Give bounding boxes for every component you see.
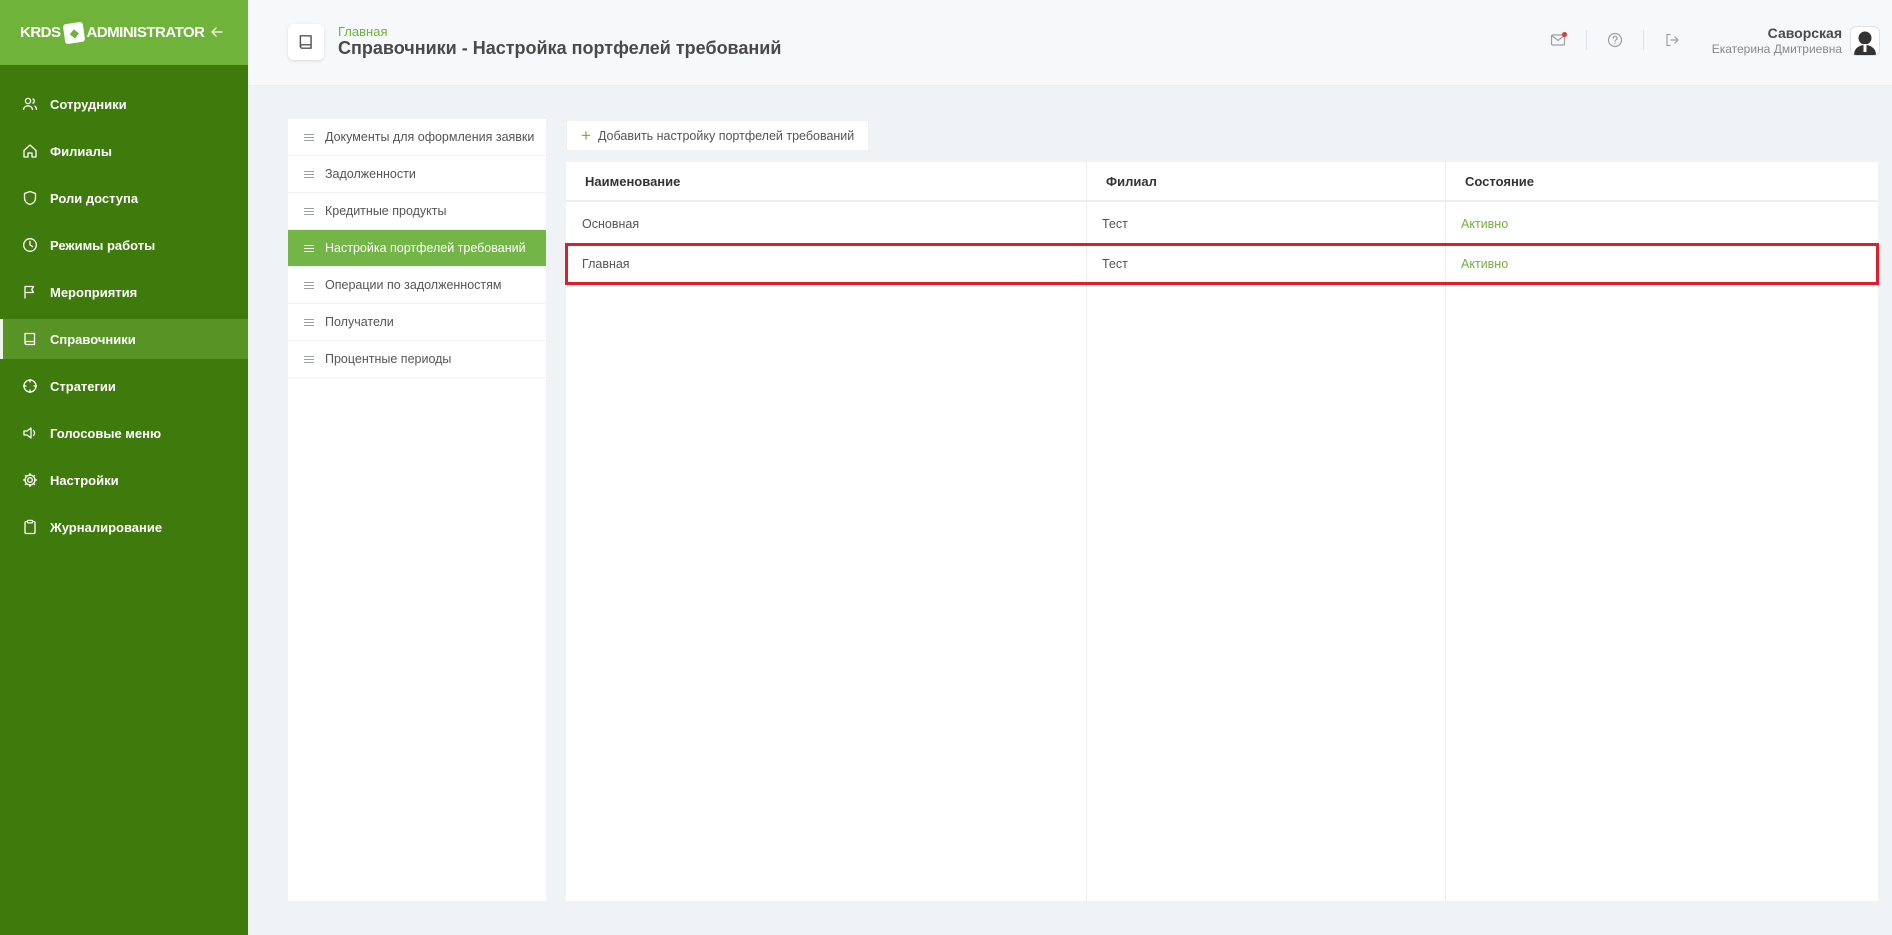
shield-icon [22,190,38,206]
sidebar-item-label: Филиалы [50,143,112,159]
speaker-icon [22,425,38,441]
sidebar-item-label: Стратегии [50,378,116,394]
app-logo[interactable]: KRDS ◆ ADMINISTRATOR [20,21,205,44]
list-icon [304,133,314,141]
sidebar-item-label: Настройки [50,472,119,488]
submenu-item-label: Получатели [325,315,394,329]
sidebar-item-logging[interactable]: Журналирование [0,507,248,547]
table-row[interactable]: Главная Тест Активно [565,243,1879,285]
user-info[interactable]: Саворская Екатерина Дмитриевна [1712,25,1842,56]
sidebar-item-label: Голосовые меню [50,425,162,441]
home-icon [22,143,38,159]
clock-icon [22,237,38,253]
submenu-item-label: Документы для оформления заявки [325,130,535,144]
submenu-item-portfolio-settings[interactable]: Настройка портфелей требований [288,230,546,267]
list-icon [304,281,314,289]
submenu-item-recipients[interactable]: Получатели [288,304,546,341]
list-icon [304,170,314,178]
submenu-item-credit-products[interactable]: Кредитные продукты [288,193,546,230]
page-header: Главная Справочники - Настройка портфеле… [248,0,1892,86]
sidebar-item-events[interactable]: Мероприятия [0,272,248,312]
sidebar-item-voice-menus[interactable]: Голосовые меню [0,413,248,453]
breadcrumb[interactable]: Главная [338,24,387,39]
notification-dot [1562,32,1567,37]
mail-icon[interactable] [1548,30,1568,50]
column-header-name[interactable]: Наименование [585,162,680,200]
list-icon [304,318,314,326]
sidebar-item-access-roles[interactable]: Роли доступа [0,178,248,218]
status-badge: Активно [1461,257,1509,271]
arrow-left-icon[interactable] [206,21,228,43]
sidebar-item-label: Мероприятия [50,284,138,300]
list-icon [304,207,314,215]
sidebar-item-strategies[interactable]: Стратегии [0,366,248,406]
submenu-item-debts[interactable]: Задолженности [288,156,546,193]
logout-icon[interactable] [1662,30,1682,50]
sidebar-header: KRDS ◆ ADMINISTRATOR [0,0,248,65]
clipboard-icon [22,519,38,535]
sidebar-nav: Сотрудники Филиалы Роли доступа Режимы р… [0,84,248,547]
cell-branch: Тест [1102,217,1128,231]
list-icon [304,355,314,363]
crosshair-icon [22,378,38,394]
users-icon [22,96,38,112]
help-icon[interactable] [1605,30,1625,50]
submenu-item-interest-periods[interactable]: Процентные периоды [288,341,546,378]
logo-cube-icon: ◆ [62,21,85,44]
flag-icon [22,284,38,300]
cell-branch: Тест [1102,257,1128,271]
sidebar-item-label: Режимы работы [50,237,156,253]
divider [1586,30,1587,50]
logo-text-right: ADMINISTRATOR [86,24,205,41]
column-header-status[interactable]: Состояние [1465,162,1534,200]
sidebar-item-label: Роли доступа [50,190,139,206]
submenu-item-label: Настройка портфелей требований [325,241,526,255]
gear-icon [22,472,38,488]
submenu-item-label: Процентные периоды [325,352,452,366]
sidebar-item-directories[interactable]: Справочники [0,319,248,359]
submenu-item-label: Кредитные продукты [325,204,447,218]
list-icon [304,244,314,252]
table-row[interactable]: Основная Тест Активно [566,204,1878,244]
logo-text-left: KRDS [20,24,61,41]
table-header-divider [566,200,1878,202]
cell-name: Основная [582,217,640,231]
portfolio-settings-table: Наименование Филиал Состояние Основная Т… [565,162,1879,901]
submenu-item-debt-operations[interactable]: Операции по задолженностям [288,267,546,304]
submenu-item-application-documents[interactable]: Документы для оформления заявки [288,119,546,156]
sidebar-item-label: Сотрудники [50,96,127,112]
header-actions [1548,30,1682,50]
status-badge: Активно [1461,217,1509,231]
book-icon [22,331,38,347]
column-header-branch[interactable]: Филиал [1106,162,1157,200]
user-last-name: Саворская [1767,25,1842,41]
divider [1643,30,1644,50]
plus-icon: + [581,126,591,145]
sidebar-item-employees[interactable]: Сотрудники [0,84,248,124]
page-title: Справочники - Настройка портфелей требов… [338,38,782,58]
sidebar-item-work-modes[interactable]: Режимы работы [0,225,248,265]
sidebar-item-label: Журналирование [50,519,163,535]
submenu-item-label: Задолженности [325,167,416,181]
sidebar-item-label: Справочники [50,331,136,347]
sidebar: KRDS ◆ ADMINISTRATOR Сотрудники Филиалы … [0,0,248,935]
submenu-item-label: Операции по задолженностям [325,278,502,292]
add-portfolio-setting-button[interactable]: + Добавить настройку портфелей требовани… [566,120,870,151]
add-button-label: Добавить настройку портфелей требований [597,128,855,143]
book-icon [288,24,324,60]
avatar[interactable] [1850,26,1880,56]
directory-submenu: Документы для оформления заявки Задолжен… [288,119,546,901]
sidebar-item-settings[interactable]: Настройки [0,460,248,500]
cell-name: Главная [582,257,630,271]
sidebar-item-branches[interactable]: Филиалы [0,131,248,171]
user-first-name: Екатерина Дмитриевна [1711,42,1842,56]
